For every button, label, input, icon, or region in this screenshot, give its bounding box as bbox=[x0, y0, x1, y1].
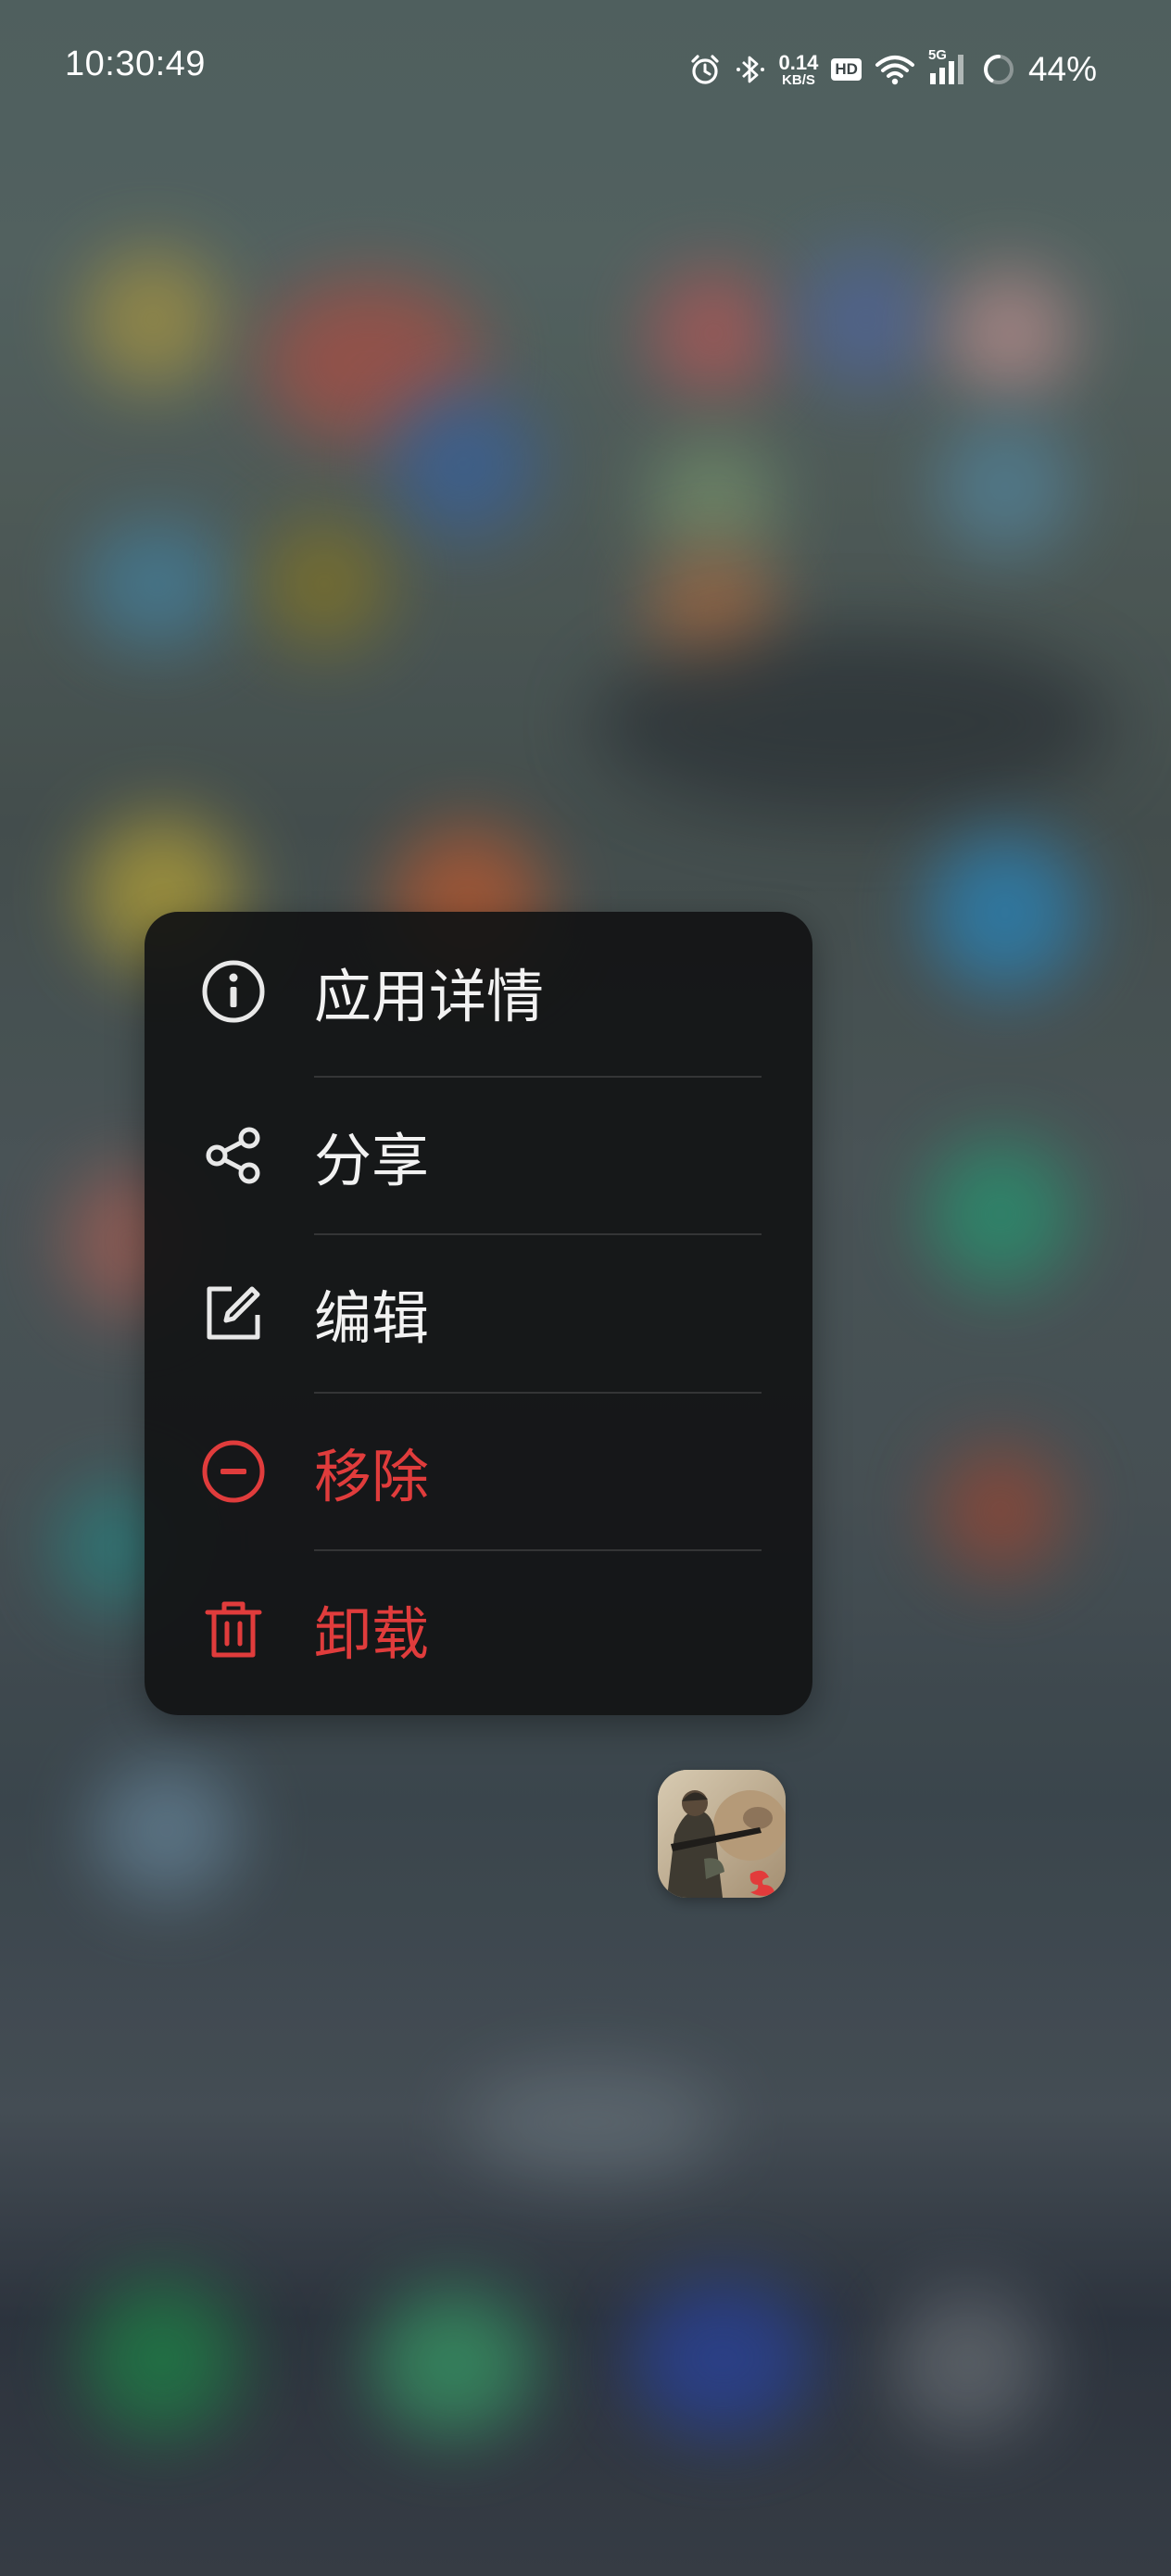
menu-item-edit[interactable]: 编辑 bbox=[145, 1233, 812, 1392]
menu-item-remove[interactable]: 移除 bbox=[145, 1392, 812, 1550]
network-speed: 0.14 KB/S bbox=[778, 50, 819, 88]
edit-icon bbox=[200, 1280, 267, 1346]
clock: 10:30:49 bbox=[65, 44, 206, 83]
status-icons: 0.14 KB/S HD 5G 44% bbox=[688, 46, 1097, 93]
battery-percentage: 44% bbox=[1027, 50, 1097, 88]
hd-voice-badge: HD bbox=[831, 58, 862, 81]
wifi-icon bbox=[875, 54, 915, 85]
battery-icon bbox=[982, 53, 1015, 86]
menu-item-app-details[interactable]: 应用详情 bbox=[145, 912, 812, 1070]
menu-item-share[interactable]: 分享 bbox=[145, 1076, 812, 1234]
network-speed-value: 0.14 bbox=[778, 50, 819, 74]
menu-item-label: 应用详情 bbox=[314, 962, 545, 1030]
trash-icon bbox=[200, 1596, 267, 1662]
share-icon bbox=[200, 1122, 267, 1189]
network-type-label: 5G bbox=[927, 47, 947, 63]
menu-item-label: 编辑 bbox=[314, 1283, 430, 1352]
game-artwork bbox=[658, 1770, 786, 1898]
menu-item-label: 移除 bbox=[314, 1442, 430, 1510]
info-icon bbox=[200, 958, 267, 1025]
bluetooth-icon bbox=[735, 52, 766, 87]
game-app-icon[interactable] bbox=[658, 1770, 786, 1898]
app-context-menu: 应用详情 分享 编辑 移除 卸载 bbox=[145, 912, 812, 1715]
cellular-signal-icon: 5G bbox=[928, 47, 969, 86]
remove-icon bbox=[200, 1438, 267, 1505]
status-bar: 10:30:49 0.14 KB/S HD 5G 44% bbox=[0, 0, 1171, 139]
menu-item-label: 分享 bbox=[314, 1126, 430, 1194]
menu-item-label: 卸载 bbox=[314, 1599, 430, 1668]
menu-item-uninstall[interactable]: 卸载 bbox=[145, 1549, 812, 1708]
alarm-icon bbox=[688, 53, 722, 86]
network-speed-unit: KB/S bbox=[782, 71, 815, 88]
